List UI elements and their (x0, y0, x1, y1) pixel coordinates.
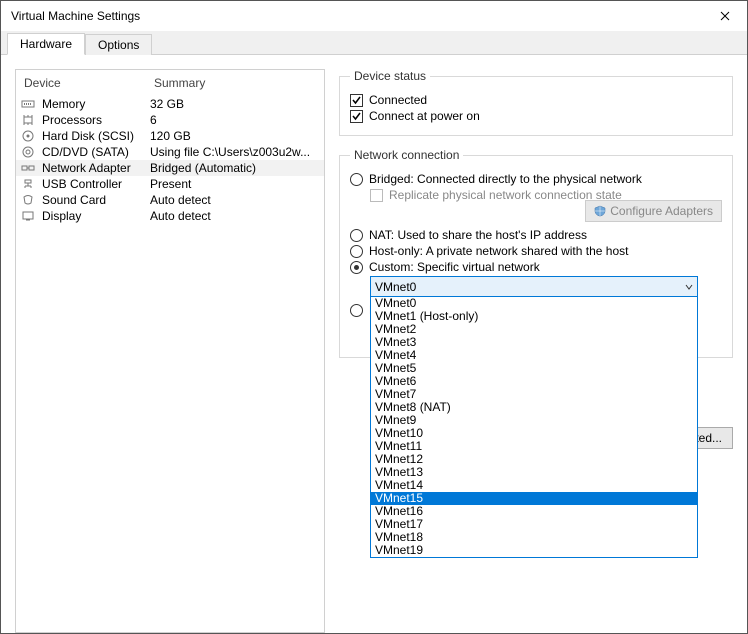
network-connection-group: Network connection Bridged: Connected di… (339, 148, 733, 358)
device-row[interactable]: Hard Disk (SCSI)120 GB (16, 128, 324, 144)
device-icon (20, 145, 36, 159)
device-summary: Using file C:\Users\z003u2w... (150, 145, 320, 159)
radio-nat[interactable] (350, 229, 363, 242)
device-summary: Present (150, 177, 320, 191)
bridged-label: Bridged: Connected directly to the physi… (369, 172, 642, 186)
device-row[interactable]: DisplayAuto detect (16, 208, 324, 224)
device-icon (20, 161, 36, 175)
vmnet-option[interactable]: VMnet1 (Host-only) (371, 310, 697, 323)
radio-lan[interactable] (350, 304, 363, 317)
vmnet-option[interactable]: VMnet6 (371, 375, 697, 388)
custom-label: Custom: Specific virtual network (369, 260, 540, 274)
replicate-checkbox (370, 189, 383, 202)
device-name: CD/DVD (SATA) (40, 145, 150, 159)
chevron-down-icon (685, 280, 693, 294)
header-summary: Summary (154, 76, 205, 90)
replicate-label: Replicate physical network connection st… (389, 188, 622, 202)
device-icon (20, 113, 36, 127)
vmnet-dropdown-list[interactable]: VMnet0VMnet1 (Host-only)VMnet2VMnet3VMne… (370, 297, 698, 558)
device-row[interactable]: CD/DVD (SATA)Using file C:\Users\z003u2w… (16, 144, 324, 160)
right-panel: Device status Connected Connect at power… (339, 69, 733, 633)
device-summary: Auto detect (150, 193, 320, 207)
vm-settings-window: Virtual Machine Settings Hardware Option… (0, 0, 748, 634)
device-row[interactable]: Memory32 GB (16, 96, 324, 112)
vmnet-option[interactable]: VMnet5 (371, 362, 697, 375)
connect-poweron-label: Connect at power on (369, 109, 480, 123)
device-name: Sound Card (40, 193, 150, 207)
check-icon (351, 95, 362, 106)
device-icon (20, 177, 36, 191)
vmnet-option[interactable]: VMnet2 (371, 323, 697, 336)
radio-custom[interactable] (350, 261, 363, 274)
connected-label: Connected (369, 93, 427, 107)
vmnet-option[interactable]: VMnet8 (NAT) (371, 401, 697, 414)
radio-bridged[interactable] (350, 173, 363, 186)
device-name: Processors (40, 113, 150, 127)
device-summary: Bridged (Automatic) (150, 161, 320, 175)
device-icon (20, 209, 36, 223)
device-summary: Auto detect (150, 209, 320, 223)
content-area: Device Summary Memory32 GBProcessors6Har… (1, 55, 747, 633)
tabstrip: Hardware Options (1, 31, 747, 55)
close-button[interactable] (702, 1, 747, 31)
titlebar: Virtual Machine Settings (1, 1, 747, 31)
nat-label: NAT: Used to share the host's IP address (369, 228, 587, 242)
device-row[interactable]: USB ControllerPresent (16, 176, 324, 192)
device-summary: 120 GB (150, 129, 320, 143)
device-status-group: Device status Connected Connect at power… (339, 69, 733, 136)
device-name: Hard Disk (SCSI) (40, 129, 150, 143)
device-name: USB Controller (40, 177, 150, 191)
device-row[interactable]: Processors6 (16, 112, 324, 128)
device-icon (20, 193, 36, 207)
device-rows: Memory32 GBProcessors6Hard Disk (SCSI)12… (16, 96, 324, 224)
device-list-panel: Device Summary Memory32 GBProcessors6Har… (15, 69, 325, 633)
tab-options[interactable]: Options (85, 34, 152, 55)
check-icon (351, 111, 362, 122)
device-summary: 32 GB (150, 97, 320, 111)
vmnet-combobox-display[interactable]: VMnet0 (370, 276, 698, 297)
radio-hostonly[interactable] (350, 245, 363, 258)
device-name: Display (40, 209, 150, 223)
device-row[interactable]: Network AdapterBridged (Automatic) (16, 160, 324, 176)
connected-checkbox[interactable] (350, 94, 363, 107)
vmnet-combobox[interactable]: VMnet0 VMnet0VMnet1 (Host-only)VMnet2VMn… (370, 276, 698, 297)
vmnet-option[interactable]: VMnet3 (371, 336, 697, 349)
configure-adapters-button: Configure Adapters (585, 200, 722, 222)
device-summary: 6 (150, 113, 320, 127)
device-status-legend: Device status (350, 69, 430, 83)
shield-icon (594, 205, 606, 217)
close-icon (720, 11, 730, 21)
vmnet-selected: VMnet0 (375, 280, 416, 294)
window-title: Virtual Machine Settings (11, 9, 140, 23)
device-name: Network Adapter (40, 161, 150, 175)
connect-poweron-checkbox[interactable] (350, 110, 363, 123)
device-name: Memory (40, 97, 150, 111)
device-icon (20, 129, 36, 143)
device-icon (20, 97, 36, 111)
device-row[interactable]: Sound CardAuto detect (16, 192, 324, 208)
vmnet-option[interactable]: VMnet4 (371, 349, 697, 362)
hostonly-label: Host-only: A private network shared with… (369, 244, 628, 258)
network-connection-legend: Network connection (350, 148, 463, 162)
device-list-header: Device Summary (16, 70, 324, 96)
vmnet-option[interactable]: VMnet19 (371, 544, 697, 557)
header-device: Device (24, 76, 154, 90)
tab-hardware[interactable]: Hardware (7, 33, 85, 55)
